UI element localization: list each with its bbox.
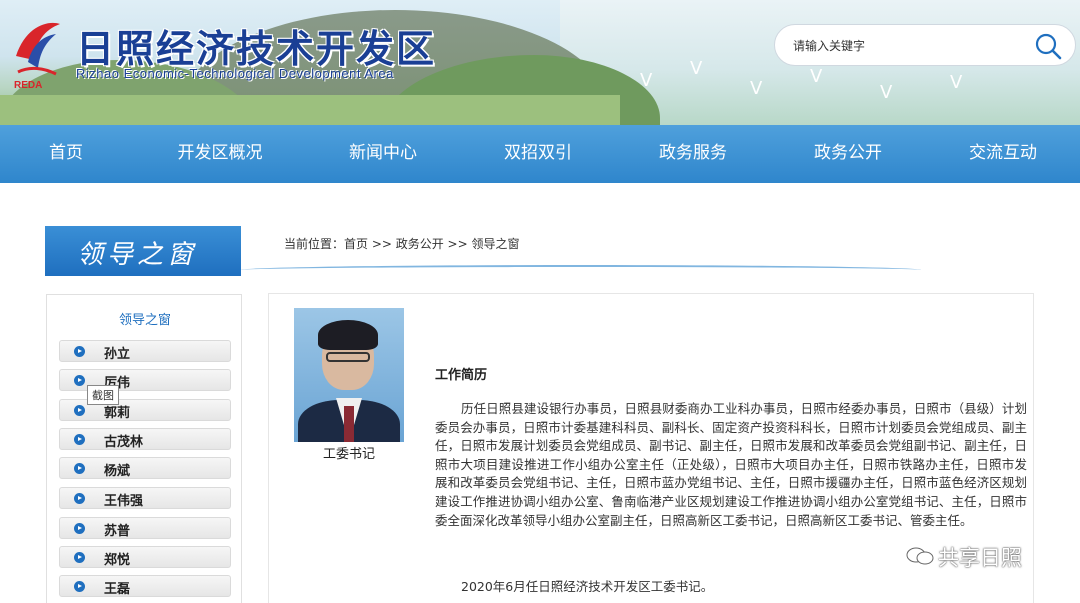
nav-item-interaction[interactable]: 交流互动 <box>945 125 1061 183</box>
bullet-arrow-icon <box>74 523 85 534</box>
sidebar-item[interactable]: 苏普 <box>59 517 231 539</box>
logo-icon: REDA <box>14 22 60 91</box>
nav-item-services[interactable]: 政务服务 <box>635 125 751 183</box>
profile-position: 工委书记 <box>322 447 375 462</box>
main-nav: 首页 开发区概况 新闻中心 双招双引 政务服务 政务公开 交流互动 <box>0 125 1080 183</box>
sidebar-item[interactable]: 厉伟 <box>59 369 231 391</box>
sidebar-item-label: 郑悦 <box>104 553 131 568</box>
logo-text: REDA <box>14 80 42 91</box>
nav-item-news[interactable]: 新闻中心 <box>325 125 441 183</box>
sidebar: 领导之窗 孙立 厉伟 郭莉 古茂林 杨斌 王伟强 苏普 郑悦 王磊 <box>46 294 242 603</box>
content-area: 领导之窗 当前位置：首页 >> 政务公开 >> 领导之窗 领导之窗 孙立 厉伟 … <box>0 183 1080 603</box>
egret-icon: ᐯ <box>950 72 963 93</box>
nav-item-overview[interactable]: 开发区概况 <box>160 125 280 183</box>
breadcrumb: 当前位置：首页 >> 政务公开 >> 领导之窗 <box>284 237 520 251</box>
nav-item-investment[interactable]: 双招双引 <box>480 125 596 183</box>
page: ᐯ ᐯ ᐯ ᐯ ᐯ ᐯ REDA 日照经济技术开发区 Rizhao Econom… <box>0 0 1080 603</box>
site-title: 日照经济技术开发区 <box>76 27 437 71</box>
section-heading-text: 领导之窗 <box>77 240 198 270</box>
search-input[interactable] <box>793 36 1023 56</box>
sidebar-item[interactable]: 郑悦 <box>59 546 231 568</box>
egret-icon: ᐯ <box>690 58 703 79</box>
section-heading: 领导之窗 <box>45 226 241 276</box>
sidebar-item[interactable]: 孙立 <box>59 340 231 362</box>
sidebar-item-label: 王伟强 <box>104 494 144 509</box>
bio-note: 2020年6月任日照经济技术开发区工委书记。 <box>461 579 714 594</box>
bio-text: 历任日照县建设银行办事员，日照县财委商办工业科办事员，日照市经委办事员，日照市（… <box>435 401 1027 528</box>
nav-item-public-affairs[interactable]: 政务公开 <box>790 125 906 183</box>
sidebar-item[interactable]: 古茂林 <box>59 428 231 450</box>
sidebar-item[interactable]: 杨斌 <box>59 457 231 479</box>
bullet-arrow-icon <box>74 434 85 445</box>
portrait-photo <box>294 308 404 442</box>
screenshot-tooltip: 截图 <box>87 385 119 405</box>
sidebar-title: 领导之窗 <box>118 313 171 328</box>
egret-icon: ᐯ <box>810 66 823 87</box>
bullet-arrow-icon <box>74 493 85 504</box>
sidebar-item[interactable]: 郭莉 <box>59 399 231 421</box>
bio-heading: 工作简历 <box>435 368 488 383</box>
wechat-icon <box>906 547 934 565</box>
sidebar-item[interactable]: 王磊 <box>59 575 231 597</box>
sidebar-item[interactable]: 王伟强 <box>59 487 231 509</box>
site-subtitle: Rizhao Economic-Technological Developmen… <box>76 66 394 81</box>
bullet-arrow-icon <box>74 346 85 357</box>
header-banner: ᐯ ᐯ ᐯ ᐯ ᐯ ᐯ REDA 日照经济技术开发区 Rizhao Econom… <box>0 0 1080 125</box>
egret-icon: ᐯ <box>640 70 653 91</box>
sidebar-item-label: 古茂林 <box>104 435 144 450</box>
section-divider <box>241 265 921 275</box>
sidebar-item-label: 苏普 <box>104 524 131 539</box>
search-box <box>774 24 1076 66</box>
bullet-arrow-icon <box>74 463 85 474</box>
sidebar-item-label: 杨斌 <box>104 464 131 479</box>
egret-icon: ᐯ <box>880 82 893 103</box>
bullet-arrow-icon <box>74 552 85 563</box>
bullet-arrow-icon <box>74 581 85 592</box>
egret-icon: ᐯ <box>750 78 763 99</box>
bullet-arrow-icon <box>74 375 85 386</box>
search-icon[interactable] <box>1033 31 1063 61</box>
sidebar-item-label: 孙立 <box>104 347 131 362</box>
sidebar-item-label: 王磊 <box>104 582 131 597</box>
watermark-text: 共享日照 <box>938 546 1022 570</box>
banner-field <box>0 95 620 125</box>
nav-item-home[interactable]: 首页 <box>30 125 102 183</box>
bullet-arrow-icon <box>74 405 85 416</box>
